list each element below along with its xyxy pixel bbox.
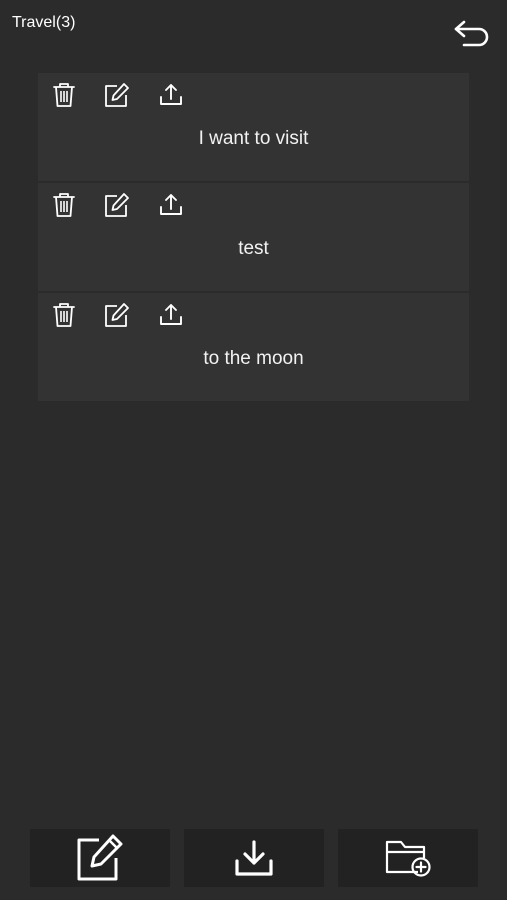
edit-icon <box>105 193 129 217</box>
note-card[interactable]: I want to visit <box>38 73 469 181</box>
new-note-button[interactable] <box>30 829 170 887</box>
trash-icon <box>53 303 75 327</box>
share-icon <box>160 84 182 105</box>
trash-icon <box>53 193 75 217</box>
delete-note-button[interactable] <box>52 82 76 108</box>
trash-icon <box>53 83 75 107</box>
share-note-button[interactable] <box>159 192 183 218</box>
share-icon <box>160 304 182 325</box>
edit-icon <box>105 83 129 107</box>
notes-list: I want to visit test to the moon <box>38 73 469 403</box>
note-text: test <box>238 238 269 259</box>
note-text: I want to visit <box>198 128 309 149</box>
share-note-button[interactable] <box>159 302 183 328</box>
download-icon <box>235 840 273 876</box>
add-folder-icon <box>385 840 431 877</box>
bottom-toolbar <box>0 829 507 887</box>
back-button[interactable] <box>452 18 492 52</box>
download-button[interactable] <box>184 829 324 887</box>
edit-icon <box>105 303 129 327</box>
edit-note-button[interactable] <box>104 302 129 328</box>
page-title: Travel(3) <box>12 14 76 31</box>
share-icon <box>160 194 182 215</box>
delete-note-button[interactable] <box>52 192 76 218</box>
undo-arrow-icon <box>454 20 489 47</box>
edit-note-button[interactable] <box>104 192 129 218</box>
note-text: to the moon <box>203 348 304 369</box>
share-note-button[interactable] <box>159 82 183 108</box>
note-card[interactable]: test <box>38 183 469 291</box>
delete-note-button[interactable] <box>52 302 76 328</box>
edit-note-button[interactable] <box>104 82 129 108</box>
new-note-icon <box>77 834 123 881</box>
note-card[interactable]: to the moon <box>38 293 469 401</box>
add-folder-button[interactable] <box>338 829 478 887</box>
